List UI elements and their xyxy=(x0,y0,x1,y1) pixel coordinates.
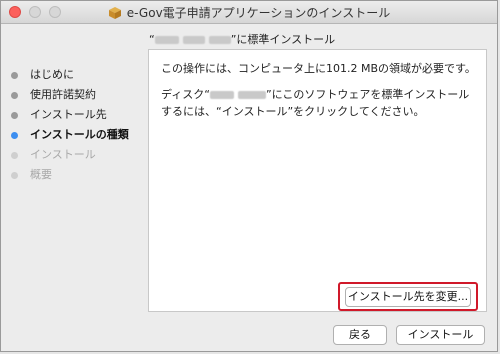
install-instructions-text: ディスク“ ”にこのソフトウェアを標準インストールするには、“インストール”をクリ… xyxy=(161,86,476,120)
step-label: 概要 xyxy=(30,168,52,181)
redacted-disk-name xyxy=(182,36,205,44)
step-dot xyxy=(11,171,18,179)
content-panel: この操作には、コンピュータ上に101.2 MBの領域が必要です。 ディスク“ ”に… xyxy=(148,49,487,312)
step-label: インストール xyxy=(30,148,96,161)
step-summary: 概要 xyxy=(11,165,129,185)
instructions-prefix: ディスク“ xyxy=(161,88,210,101)
step-label: 使用許諾契約 xyxy=(30,88,96,101)
step-dot xyxy=(11,71,18,79)
installer-window: e-Gov電子申請アプリケーションのインストール “ ”に標準インストール はじめ… xyxy=(0,0,498,352)
step-destination: インストール先 xyxy=(11,105,129,125)
installer-steps: はじめに 使用許諾契約 インストール先 インストールの種類 インストール 概要 xyxy=(11,65,129,185)
change-install-location-button[interactable]: インストール先を変更... xyxy=(345,287,471,307)
step-label: インストール先 xyxy=(30,108,107,121)
redacted-disk-name xyxy=(209,91,234,99)
window-title: e-Gov電子申請アプリケーションのインストール xyxy=(126,6,391,20)
window-title-area: e-Gov電子申請アプリケーションのインストール xyxy=(1,4,497,21)
redacted-disk-name xyxy=(237,91,266,99)
package-icon xyxy=(108,7,121,19)
install-button[interactable]: インストール xyxy=(396,325,485,345)
step-label: はじめに xyxy=(30,68,74,81)
step-dot xyxy=(11,151,18,159)
title-bar: e-Gov電子申請アプリケーションのインストール xyxy=(1,1,497,24)
space-required-text: この操作には、コンピュータ上に101.2 MBの領域が必要です。 xyxy=(161,62,476,75)
redacted-disk-name xyxy=(208,36,231,44)
step-dot xyxy=(11,111,18,119)
back-button[interactable]: 戻る xyxy=(333,325,387,345)
page-subtitle: “ ”に標準インストール xyxy=(149,31,335,47)
step-current-dot xyxy=(11,131,18,139)
step-installation: インストール xyxy=(11,145,129,165)
step-dot xyxy=(11,91,18,99)
step-installation-type: インストールの種類 xyxy=(11,125,129,145)
step-label: インストールの種類 xyxy=(30,128,129,141)
subtitle-prefix: “ xyxy=(149,33,155,46)
redacted-disk-name xyxy=(154,36,179,44)
step-license: 使用許諾契約 xyxy=(11,85,129,105)
step-introduction: はじめに xyxy=(11,65,129,85)
subtitle-suffix: ”に標準インストール xyxy=(230,33,336,46)
